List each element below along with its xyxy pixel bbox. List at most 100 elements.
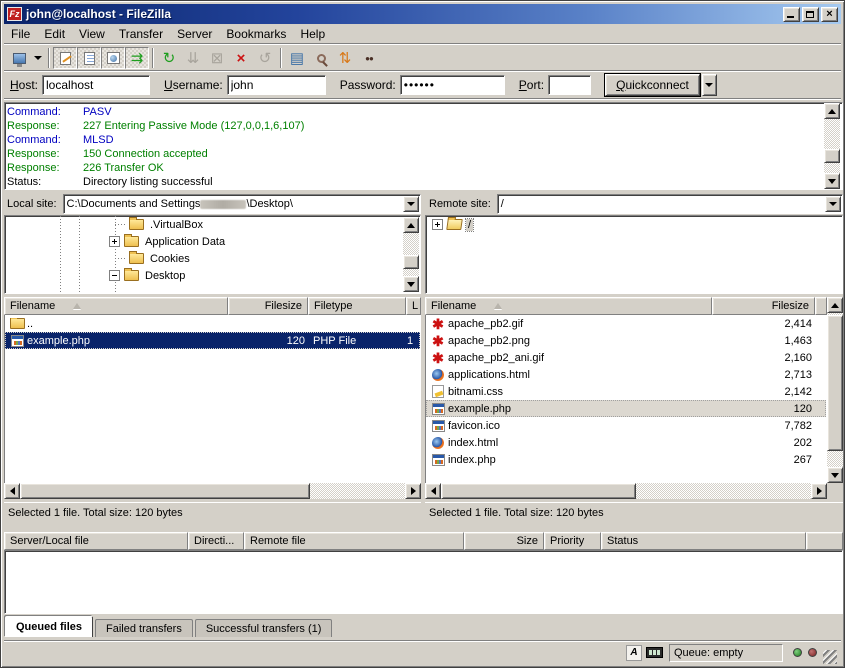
column-header-size[interactable]: Size	[464, 532, 544, 550]
remote-list-hscrollbar[interactable]	[425, 483, 827, 499]
file-name: bitnami.css	[448, 386, 503, 398]
expand-icon[interactable]	[432, 219, 443, 230]
menu-server[interactable]: Server	[170, 26, 219, 42]
scroll-up-icon[interactable]	[827, 297, 843, 313]
scrollbar-thumb[interactable]	[403, 255, 419, 269]
toggle-log-button[interactable]	[53, 47, 77, 69]
menu-transfer[interactable]: Transfer	[112, 26, 170, 42]
local-tree-scrollbar[interactable]	[403, 217, 419, 292]
column-header-server-local-file[interactable]: Server/Local file	[4, 532, 188, 550]
file-row-example-php[interactable]: example.php 120	[426, 400, 826, 417]
password-input[interactable]	[400, 75, 505, 95]
toggle-remote-tree-button[interactable]	[101, 47, 125, 69]
column-header-last-modified[interactable]: L	[406, 297, 421, 315]
local-site-dropdown[interactable]	[403, 196, 419, 212]
column-header-filesize[interactable]: Filesize	[228, 297, 308, 315]
column-header-filename[interactable]: Filename	[425, 297, 712, 315]
host-input[interactable]	[42, 75, 150, 95]
remote-site-dropdown[interactable]	[825, 196, 841, 212]
queue-list[interactable]	[4, 550, 843, 614]
column-header-direction[interactable]: Directi...	[188, 532, 244, 550]
column-header-priority[interactable]: Priority	[544, 532, 601, 550]
column-header-filler	[806, 532, 843, 550]
quickconnect-button[interactable]: Quickconnect	[605, 74, 700, 96]
file-row-apache-pb2-png[interactable]: ✱apache_pb2.png 1,463	[426, 332, 826, 349]
file-name: favicon.ico	[448, 420, 500, 432]
file-row-apache-pb2-ani-gif[interactable]: ✱apache_pb2_ani.gif 2,160	[426, 349, 826, 366]
tab-failed-transfers[interactable]: Failed transfers	[95, 619, 193, 637]
synchronized-browsing-button[interactable]: ⇅	[333, 47, 357, 69]
file-row-applications-html[interactable]: applications.html 2,713	[426, 366, 826, 383]
tree-item-application-data[interactable]: Application Data	[5, 233, 420, 250]
local-directory-tree[interactable]: .VirtualBox Application Data Cookies Des…	[4, 215, 421, 294]
file-row-favicon-ico[interactable]: favicon.ico 7,782	[426, 417, 826, 434]
tree-item-virtualbox[interactable]: .VirtualBox	[5, 216, 420, 233]
tab-successful-transfers[interactable]: Successful transfers (1)	[195, 619, 333, 637]
local-site-combo[interactable]: C:\Documents and Settings\Desktop\	[63, 194, 421, 214]
scroll-left-icon[interactable]	[425, 483, 441, 499]
file-row-parent-dir[interactable]: ..	[5, 315, 420, 332]
log-scrollbar[interactable]	[824, 103, 840, 189]
maximize-button[interactable]	[802, 7, 819, 22]
tree-item-root[interactable]: /	[426, 216, 842, 233]
scrollbar-thumb[interactable]	[20, 483, 310, 499]
scroll-up-icon[interactable]	[403, 217, 419, 233]
local-file-list[interactable]: .. example.php 120 PHP File 1	[4, 315, 421, 483]
directory-compare-button[interactable]	[309, 47, 333, 69]
quickconnect-dropdown[interactable]	[702, 74, 717, 96]
remote-list-scrollbar[interactable]	[827, 297, 843, 483]
tab-queued-files[interactable]: Queued files	[5, 616, 93, 637]
toggle-local-tree-button[interactable]	[77, 47, 101, 69]
site-manager-button[interactable]	[7, 47, 31, 69]
expand-icon[interactable]	[109, 236, 120, 247]
scroll-right-icon[interactable]	[811, 483, 827, 499]
filter-button[interactable]: ▤	[285, 47, 309, 69]
close-button[interactable]: ×	[821, 7, 838, 22]
file-row-bitnami-css[interactable]: bitnami.css 2,142	[426, 383, 826, 400]
remote-site-combo[interactable]: /	[497, 194, 843, 214]
column-header-remote-file[interactable]: Remote file	[244, 532, 464, 550]
menu-help[interactable]: Help	[293, 26, 332, 42]
column-header-filename[interactable]: Filename	[4, 297, 228, 315]
app-icon[interactable]: Fz	[7, 7, 22, 21]
scroll-down-icon[interactable]	[824, 173, 840, 189]
refresh-button[interactable]: ↻	[157, 47, 181, 69]
column-header-filesize[interactable]: Filesize	[712, 297, 815, 315]
speed-limits-icon[interactable]	[646, 647, 663, 658]
ascii-data-type-icon[interactable]: A	[626, 645, 642, 661]
file-row-index-php[interactable]: index.php 267	[426, 451, 826, 468]
scrollbar-thumb[interactable]	[824, 149, 840, 163]
remote-file-list[interactable]: ✱apache_pb2.gif 2,414 ✱apache_pb2.png 1,…	[425, 315, 827, 483]
column-label: Status	[607, 535, 638, 547]
menu-edit[interactable]: Edit	[37, 26, 72, 42]
file-size: 120	[229, 335, 309, 347]
scroll-up-icon[interactable]	[824, 103, 840, 119]
local-list-hscrollbar[interactable]	[4, 483, 421, 499]
file-row-example-php[interactable]: example.php 120 PHP File 1	[5, 332, 420, 349]
tree-item-desktop[interactable]: Desktop	[5, 267, 420, 284]
scroll-right-icon[interactable]	[405, 483, 421, 499]
find-files-button[interactable]: ●●	[357, 47, 381, 69]
scrollbar-thumb[interactable]	[441, 483, 636, 499]
site-manager-dropdown[interactable]	[31, 47, 45, 69]
resize-grip[interactable]	[823, 650, 837, 664]
remote-directory-tree[interactable]: /	[425, 215, 843, 294]
scroll-down-icon[interactable]	[403, 276, 419, 292]
toggle-queue-button[interactable]: ⇉	[125, 47, 149, 69]
port-input[interactable]	[548, 75, 591, 95]
scroll-left-icon[interactable]	[4, 483, 20, 499]
menu-view[interactable]: View	[72, 26, 112, 42]
scrollbar-thumb[interactable]	[827, 315, 843, 451]
column-header-filetype[interactable]: Filetype	[308, 297, 406, 315]
file-row-index-html[interactable]: index.html 202	[426, 434, 826, 451]
scroll-down-icon[interactable]	[827, 467, 843, 483]
disconnect-button[interactable]: ×	[229, 47, 253, 69]
menu-file[interactable]: File	[4, 26, 37, 42]
column-header-status[interactable]: Status	[601, 532, 806, 550]
file-row-apache-pb2-gif[interactable]: ✱apache_pb2.gif 2,414	[426, 315, 826, 332]
username-input[interactable]	[227, 75, 326, 95]
tree-item-cookies[interactable]: Cookies	[5, 250, 420, 267]
minimize-button[interactable]	[783, 7, 800, 22]
collapse-icon[interactable]	[109, 270, 120, 281]
menu-bookmarks[interactable]: Bookmarks	[219, 26, 293, 42]
